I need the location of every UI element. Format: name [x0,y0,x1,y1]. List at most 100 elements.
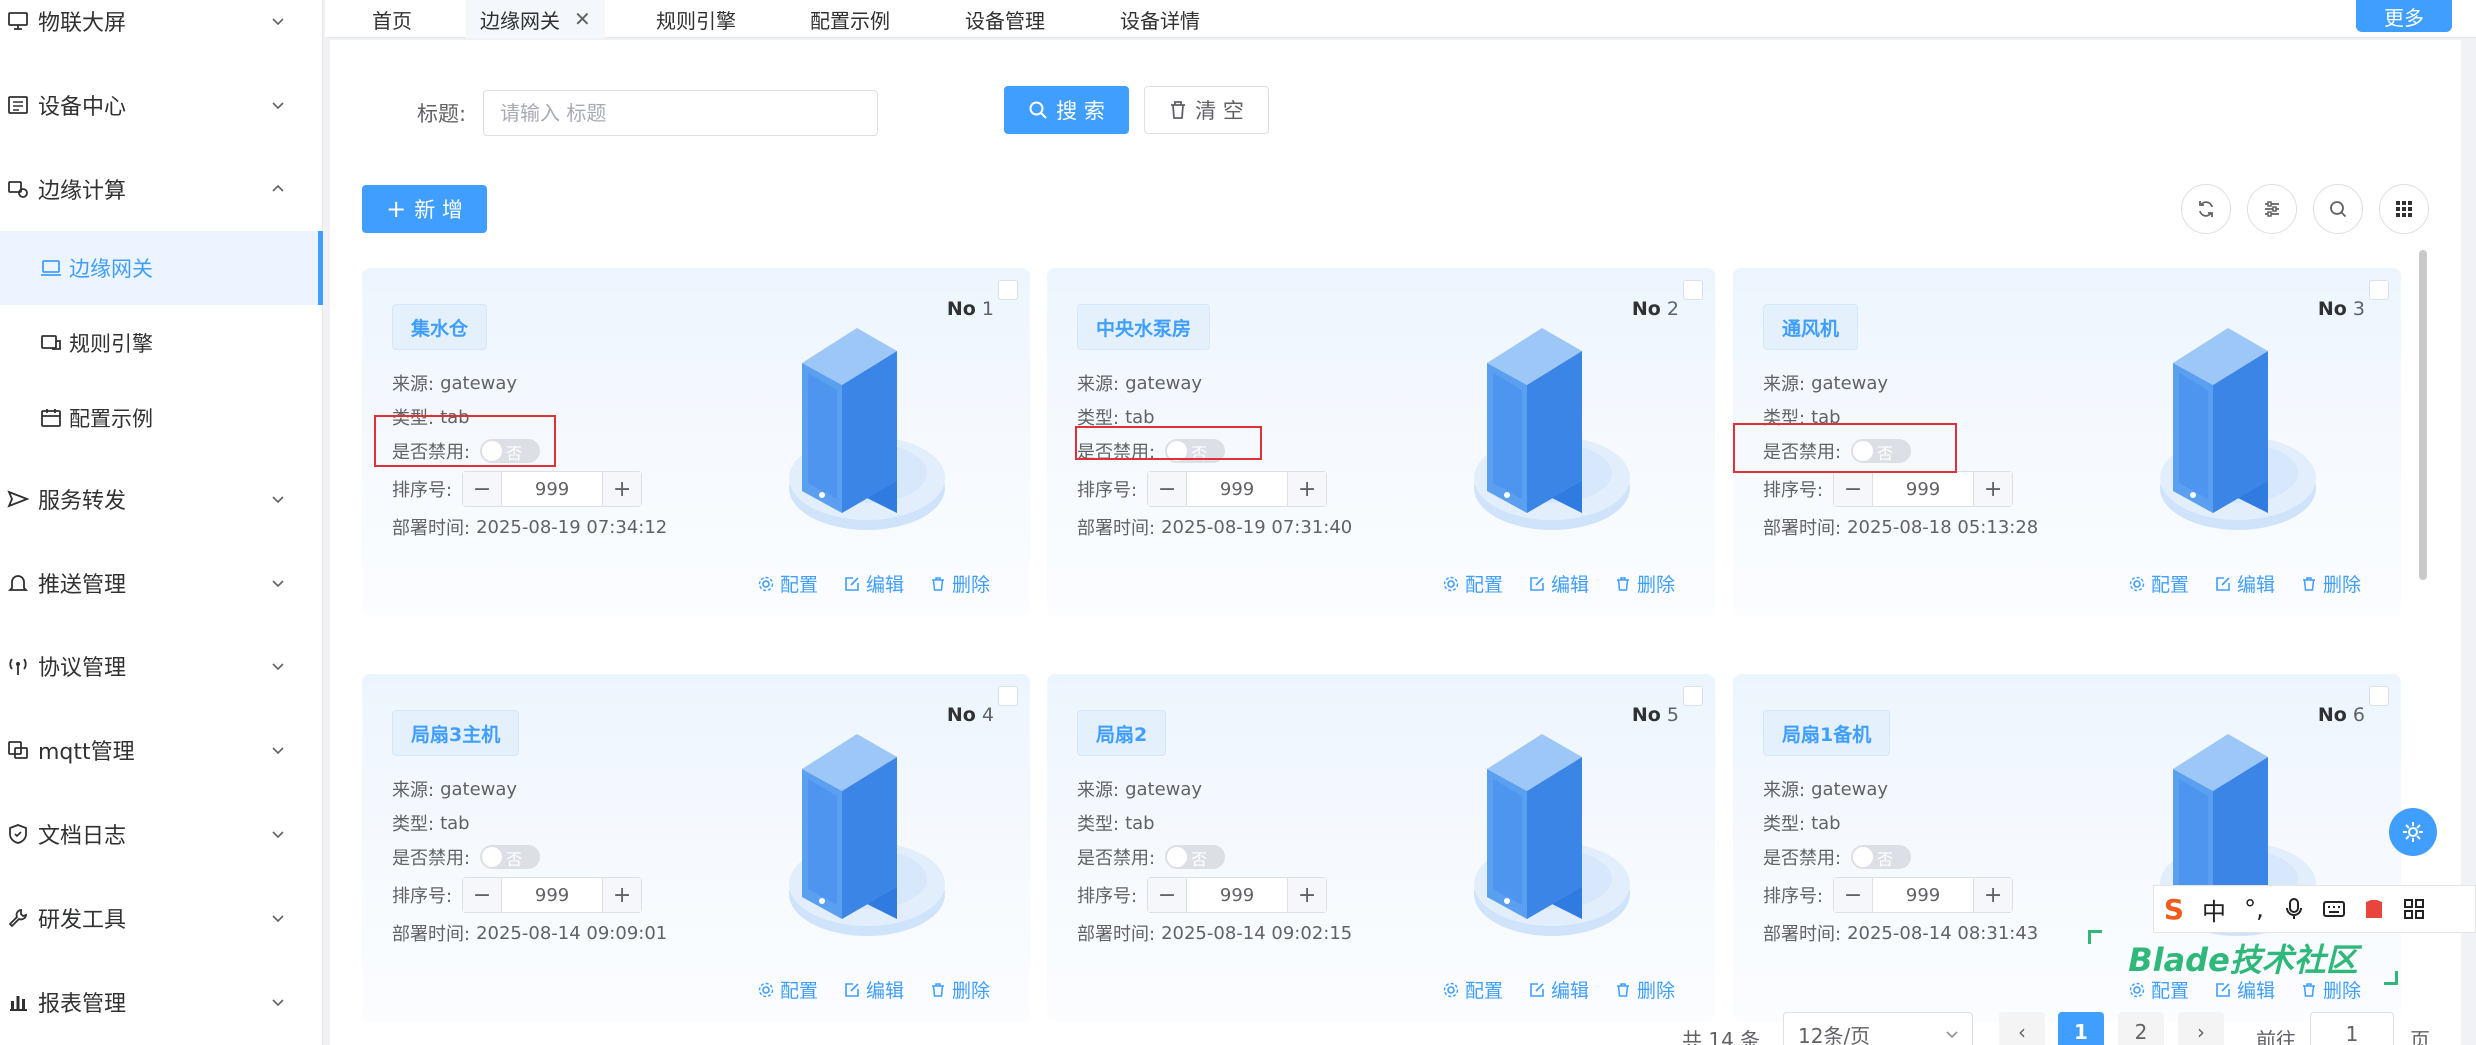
gateway-card[interactable]: No 4 局扇3主机 来源: gateway 类型: tab 是否禁用: 否 排序号… [362,674,1030,1022]
add-button[interactable]: + 新 增 [362,185,487,233]
sort-order-value[interactable]: 999 [1872,472,1975,506]
disabled-toggle-switch[interactable]: 否 [1165,439,1226,463]
sort-order-stepper[interactable]: − 999 + [1833,877,2014,913]
page-button-1[interactable]: 1 [2058,1012,2104,1045]
page-button-2[interactable]: 2 [2118,1012,2164,1045]
more-button[interactable]: 更多 [2356,0,2452,32]
decrement-button[interactable]: − [463,472,502,506]
sidebar-item-protocol-management[interactable]: 协议管理 [0,626,323,706]
sort-order-value[interactable]: 999 [1186,878,1289,912]
gateway-card[interactable]: No 2 中央水泵房 来源: gateway 类型: tab 是否禁用: 否 排序号… [1047,268,1715,616]
increment-button[interactable]: + [1288,878,1327,912]
config-button[interactable]: 配置 [2129,570,2189,597]
sidebar-subitem-edge-gateway[interactable]: 边缘网关 [0,231,323,305]
vertical-scrollbar[interactable] [2419,250,2427,580]
delete-button[interactable]: 删除 [930,570,990,597]
decrement-button[interactable]: − [1148,878,1187,912]
sidebar-item-mqtt-management[interactable]: mqtt管理 [0,710,323,790]
sidebar-subitem-config-example[interactable]: 配置示例 [0,381,323,455]
edit-button[interactable]: 编辑 [1529,570,1589,597]
config-button[interactable]: 配置 [1443,570,1503,597]
sidebar-item-edge-computing[interactable]: 边缘计算 [0,149,323,229]
delete-button[interactable]: 删除 [1615,976,1675,1003]
edit-button[interactable]: 编辑 [2215,570,2275,597]
increment-button[interactable]: + [1974,472,2013,506]
increment-button[interactable]: + [1288,472,1327,506]
sidebar-item-report-management[interactable]: 报表管理 [0,962,323,1042]
sidebar-subitem-rule-engine[interactable]: 规则引擎 [0,306,323,380]
gateway-card[interactable]: No 5 局扇2 来源: gateway 类型: tab 是否禁用: 否 排序号: … [1047,674,1715,1022]
goto-page-input[interactable]: 1 [2310,1012,2394,1045]
increment-button[interactable]: + [1974,878,2013,912]
prev-page-button[interactable]: ‹ [1999,1012,2045,1045]
refresh-button[interactable] [2181,184,2231,234]
sogou-logo-icon[interactable]: S [2154,889,2194,929]
decrement-button[interactable]: − [1834,472,1873,506]
sidebar-item-service-forward[interactable]: 服务转发 [0,459,323,539]
microphone-icon[interactable] [2274,889,2314,929]
clear-button[interactable]: 清 空 [1144,86,1269,134]
tab-device-management[interactable]: 设备管理 [965,0,1045,38]
disabled-toggle-switch[interactable]: 否 [1165,845,1226,869]
decrement-button[interactable]: − [1834,878,1873,912]
gateway-card[interactable]: No 1 集水仓 来源: gateway 类型: tab 是否禁用: 否 排序号: … [362,268,1030,616]
delete-button[interactable]: 删除 [930,976,990,1003]
floating-settings-button[interactable] [2389,808,2437,856]
sidebar-item-push-management[interactable]: 推送管理 [0,543,323,623]
sidebar-item-dev-tools[interactable]: 研发工具 [0,878,323,958]
filter-settings-button[interactable] [2247,184,2297,234]
increment-button[interactable]: + [603,472,642,506]
decrement-button[interactable]: − [1148,472,1187,506]
sidebar-item-doc-log[interactable]: 文档日志 [0,794,323,874]
page-size-select[interactable]: 12条/页 [1783,1012,1973,1045]
edit-button[interactable]: 编辑 [1529,976,1589,1003]
sort-order-value[interactable]: 999 [501,472,604,506]
search-button[interactable]: 搜 索 [1004,86,1129,134]
sidebar-item-iot-screen[interactable]: 物联大屏 [0,0,323,61]
edit-button[interactable]: 编辑 [844,976,904,1003]
card-select-checkbox[interactable] [1683,686,1703,706]
ime-punctuation[interactable]: °, [2234,889,2274,929]
sort-order-value[interactable]: 999 [501,878,604,912]
config-button[interactable]: 配置 [758,976,818,1003]
search-toggle-button[interactable] [2313,184,2363,234]
tab-rule-engine[interactable]: 规则引擎 [656,0,736,38]
tab-home[interactable]: 首页 [372,0,412,38]
skin-icon[interactable] [2354,889,2394,929]
card-select-checkbox[interactable] [2369,686,2389,706]
gateway-card[interactable]: No 3 通风机 来源: gateway 类型: tab 是否禁用: 否 排序号: … [1733,268,2401,616]
sort-order-stepper[interactable]: − 999 + [462,471,643,507]
sort-order-stepper[interactable]: − 999 + [462,877,643,913]
tab-config-example[interactable]: 配置示例 [810,0,890,38]
tab-edge-gateway[interactable]: 边缘网关 ✕ [466,0,605,38]
sort-order-value[interactable]: 999 [1186,472,1289,506]
card-select-checkbox[interactable] [2369,280,2389,300]
disabled-toggle-switch[interactable]: 否 [1851,845,1912,869]
keyboard-icon[interactable] [2314,889,2354,929]
decrement-button[interactable]: − [463,878,502,912]
config-button[interactable]: 配置 [1443,976,1503,1003]
tab-device-detail[interactable]: 设备详情 [1120,0,1200,38]
config-button[interactable]: 配置 [758,570,818,597]
disabled-toggle-switch[interactable]: 否 [1851,439,1912,463]
card-select-checkbox[interactable] [998,280,1018,300]
sort-order-value[interactable]: 999 [1872,878,1975,912]
sidebar-item-device-center[interactable]: 设备中心 [0,65,323,145]
title-search-input[interactable] [483,90,878,136]
next-page-button[interactable]: › [2178,1012,2224,1045]
close-icon[interactable]: ✕ [574,7,591,31]
card-select-checkbox[interactable] [998,686,1018,706]
delete-button[interactable]: 删除 [1615,570,1675,597]
sort-order-stepper[interactable]: − 999 + [1833,471,2014,507]
toolbox-icon[interactable] [2394,889,2434,929]
disabled-toggle-switch[interactable]: 否 [480,845,541,869]
increment-button[interactable]: + [603,878,642,912]
grid-view-button[interactable] [2379,184,2429,234]
sort-order-stepper[interactable]: − 999 + [1147,471,1328,507]
card-select-checkbox[interactable] [1683,280,1703,300]
edit-button[interactable]: 编辑 [844,570,904,597]
ime-chinese-mode[interactable]: 中 [2194,889,2234,929]
sort-order-stepper[interactable]: − 999 + [1147,877,1328,913]
disabled-toggle-switch[interactable]: 否 [480,439,541,463]
delete-button[interactable]: 删除 [2301,570,2361,597]
